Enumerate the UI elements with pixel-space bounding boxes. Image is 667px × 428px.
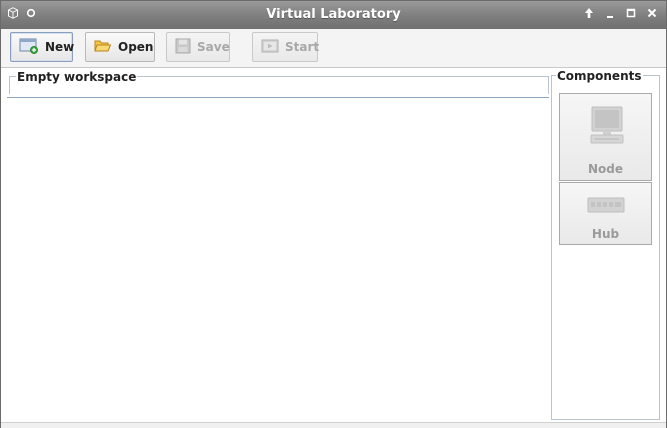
close-icon[interactable]	[646, 6, 658, 20]
hub-label: Hub	[591, 227, 620, 241]
up-arrow-icon[interactable]	[583, 6, 595, 20]
save-button[interactable]: Save	[166, 32, 230, 62]
start-button-label: Start	[285, 40, 320, 54]
toolbar: New Open Save Start	[1, 29, 666, 68]
workspace-panel[interactable]: Empty workspace	[7, 69, 549, 421]
workspace-header-divider	[7, 97, 549, 98]
node-label: Node	[587, 162, 623, 176]
title-bar[interactable]: Virtual Laboratory	[1, 1, 666, 29]
window-bottom-border	[1, 422, 666, 428]
start-button[interactable]: Start	[252, 32, 320, 62]
save-button-label: Save	[197, 40, 230, 54]
computer-icon	[590, 106, 624, 149]
open-button-label: Open	[118, 40, 154, 54]
workspace-title: Empty workspace	[16, 70, 138, 84]
floppy-disk-icon	[175, 38, 191, 57]
hub-icon	[587, 197, 625, 216]
minimize-icon[interactable]	[604, 6, 616, 20]
node-component-button[interactable]: Node	[559, 93, 652, 181]
maximize-icon[interactable]	[625, 6, 637, 20]
new-button[interactable]: New	[10, 32, 75, 62]
new-workspace-icon	[19, 38, 39, 57]
title-bar-right-controls	[583, 6, 658, 20]
components-title: Components	[556, 69, 643, 83]
folder-icon	[94, 38, 112, 56]
window-title: Virtual Laboratory	[266, 7, 401, 22]
open-button[interactable]: Open	[85, 32, 155, 62]
main-window: Virtual Laboratory New Open Save Start E…	[0, 0, 667, 428]
hub-component-button[interactable]: Hub	[559, 182, 652, 245]
new-button-label: New	[45, 40, 75, 54]
start-simulation-icon	[261, 39, 279, 56]
